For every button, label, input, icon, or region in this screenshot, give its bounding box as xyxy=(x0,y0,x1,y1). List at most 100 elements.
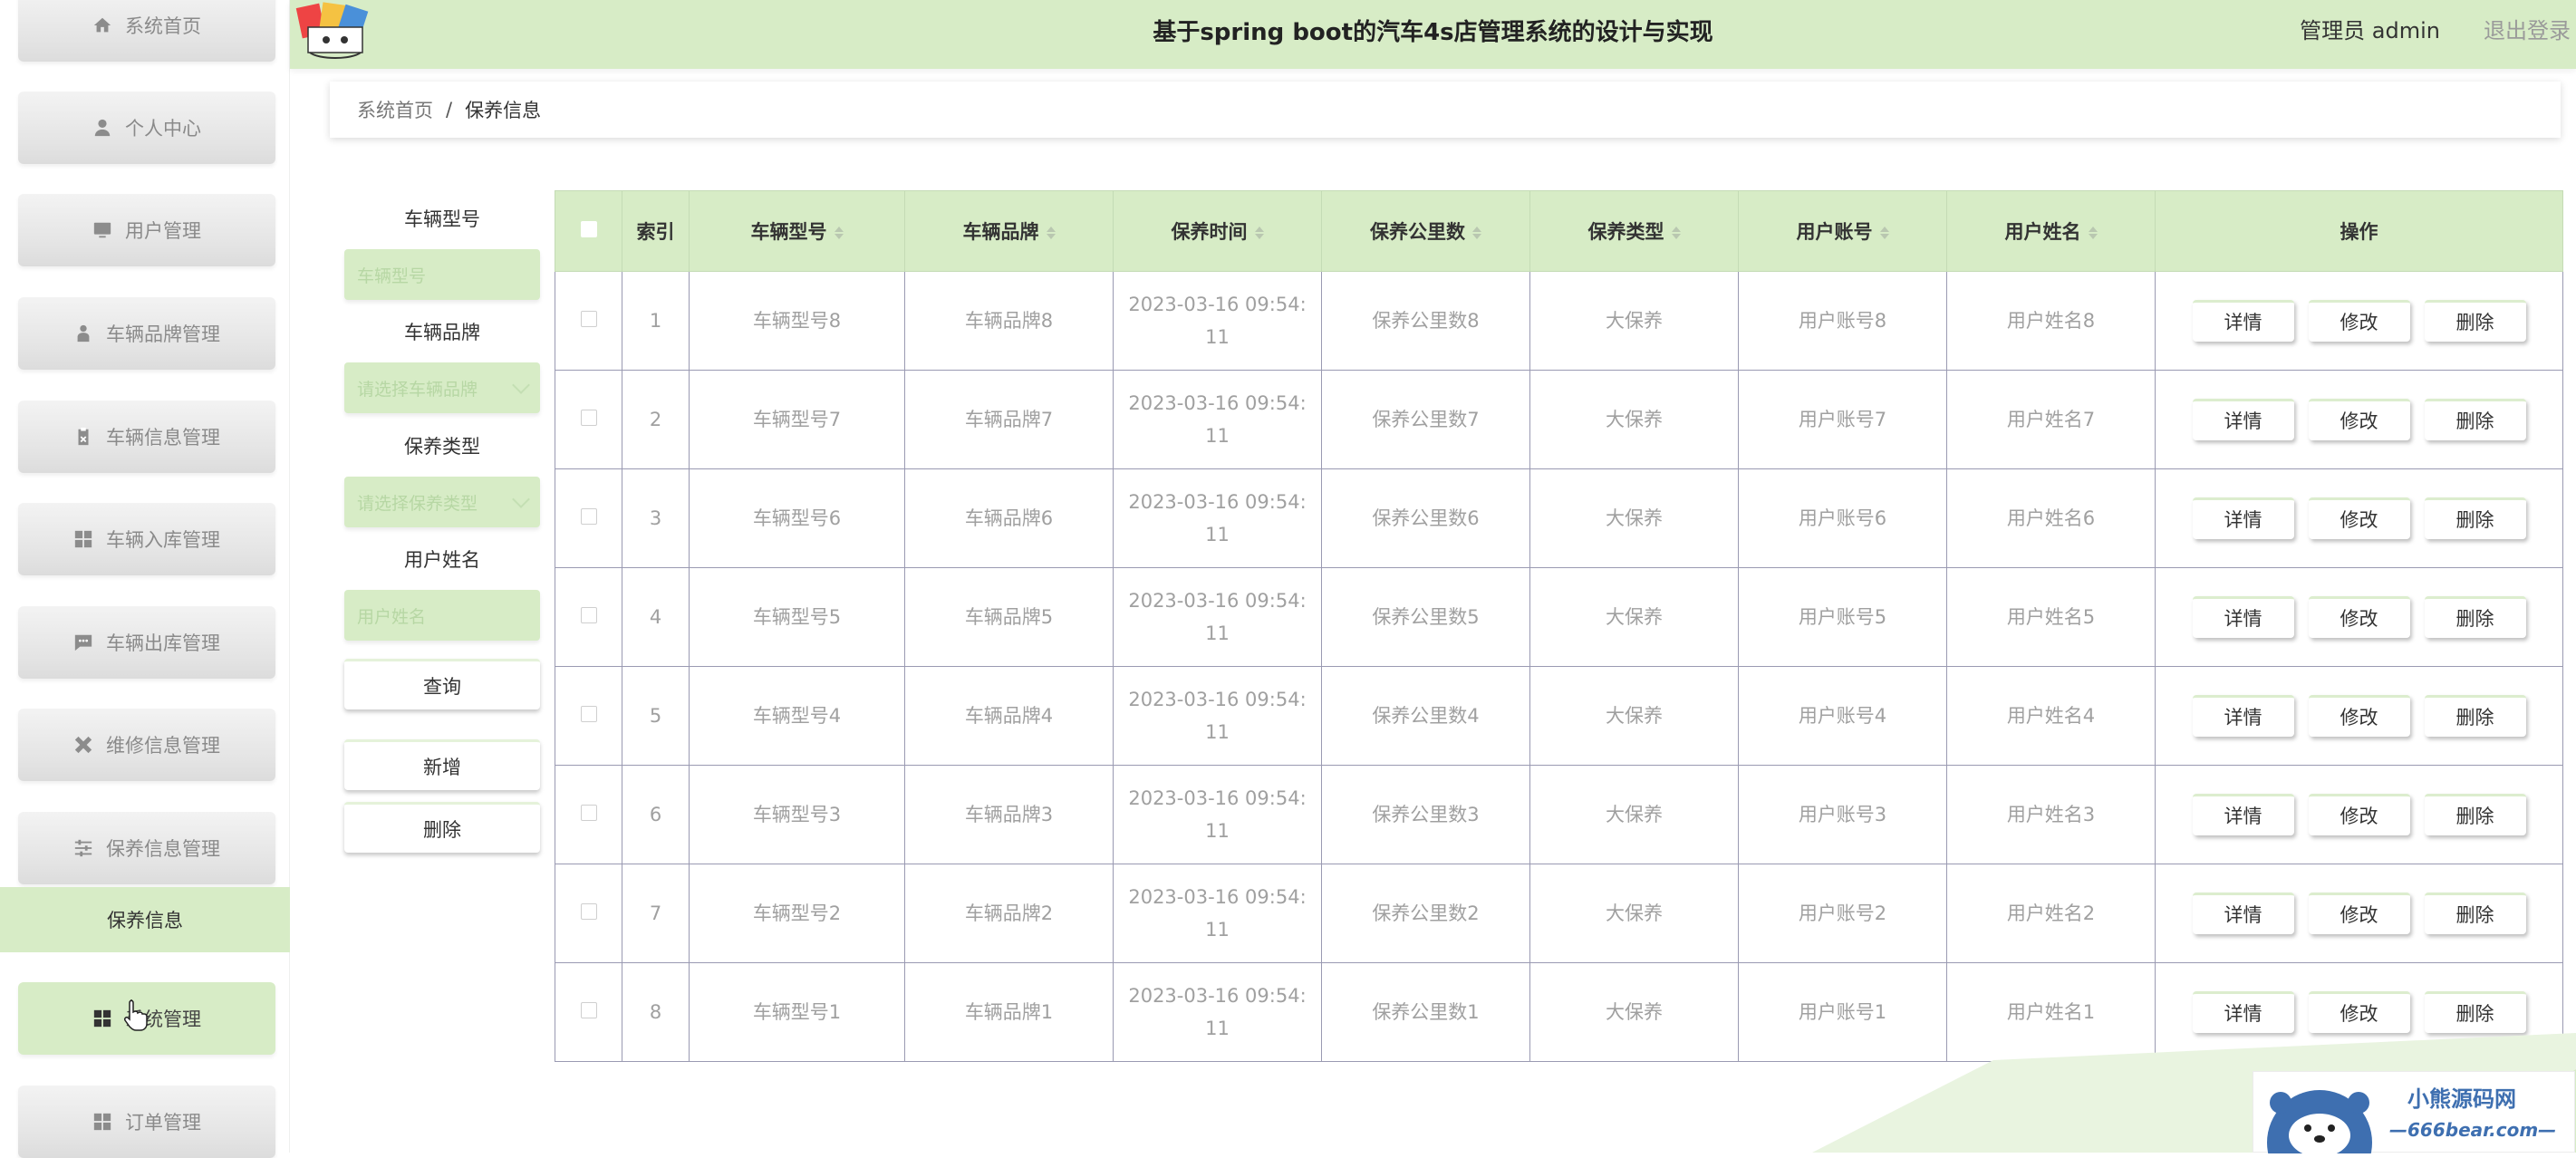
header-account[interactable]: 用户账号 xyxy=(1738,190,1947,272)
delete-button[interactable]: 删除 xyxy=(2424,794,2526,835)
watermark-badge: 小熊源码网 —666bear.com— xyxy=(2253,1071,2575,1153)
batch-delete-button[interactable]: 删除 xyxy=(344,802,540,853)
edit-button[interactable]: 修改 xyxy=(2308,794,2410,835)
sidebar-item-label: 车辆信息管理 xyxy=(106,427,220,449)
header-km[interactable]: 保养公里数 xyxy=(1321,190,1530,272)
header-model[interactable]: 车辆型号 xyxy=(689,190,905,272)
detail-button[interactable]: 详情 xyxy=(2192,497,2294,539)
type-select[interactable]: 请选择保养类型 xyxy=(344,477,540,527)
detail-button[interactable]: 详情 xyxy=(2192,399,2294,440)
sidebar-subitem-label: 保养信息 xyxy=(107,910,183,931)
delete-button[interactable]: 删除 xyxy=(2424,300,2526,342)
edit-button[interactable]: 修改 xyxy=(2308,596,2410,638)
header-type[interactable]: 保养类型 xyxy=(1529,190,1739,272)
brand-select[interactable]: 请选择车辆品牌 xyxy=(344,362,540,413)
cell-time: 2023-03-16 09:54:11 xyxy=(1113,468,1322,568)
brand-placeholder: 请选择车辆品牌 xyxy=(357,379,478,400)
row-checkbox[interactable] xyxy=(580,903,597,920)
header-name[interactable]: 用户姓名 xyxy=(1946,190,2156,272)
cell-km: 保养公里数8 xyxy=(1321,271,1530,371)
logout-link[interactable]: 退出登录 xyxy=(2484,13,2571,44)
edit-button[interactable]: 修改 xyxy=(2308,497,2410,539)
row-select-cell[interactable] xyxy=(555,370,622,469)
cell-type: 大保养 xyxy=(1529,370,1739,469)
sidebar-item-repair[interactable]: 维修信息管理 xyxy=(18,709,275,781)
row-select-cell[interactable] xyxy=(555,271,622,371)
sidebar-item-label: 个人中心 xyxy=(125,118,201,140)
sidebar-item-label: 系统首页 xyxy=(125,15,201,37)
sidebar-item-stock-in[interactable]: 车辆入库管理 xyxy=(18,503,275,575)
model-placeholder: 车辆型号 xyxy=(357,265,427,286)
cell-time: 2023-03-16 09:54:11 xyxy=(1113,567,1322,667)
delete-button[interactable]: 删除 xyxy=(2424,399,2526,440)
row-select-cell[interactable] xyxy=(555,962,622,1062)
cell-actions: 详情 修改 删除 xyxy=(2155,765,2563,864)
query-button[interactable]: 查询 xyxy=(344,659,540,709)
select-all-header[interactable] xyxy=(555,190,622,272)
sidebar-item-orders[interactable]: 订单管理 xyxy=(18,1086,275,1158)
cell-time: 2023-03-16 09:54:11 xyxy=(1113,765,1322,864)
row-checkbox[interactable] xyxy=(580,1002,597,1018)
sidebar-item-label: 订单管理 xyxy=(125,1112,201,1134)
model-input[interactable]: 车辆型号 xyxy=(344,249,540,300)
cell-model: 车辆型号1 xyxy=(689,962,905,1062)
cell-km: 保养公里数4 xyxy=(1321,666,1530,766)
table-row: 6 车辆型号3 车辆品牌3 2023-03-16 09:54:11 保养公里数3 大保养用… xyxy=(555,765,2563,864)
cell-name: 用户姓名5 xyxy=(1946,567,2156,667)
sidebar-item-brand[interactable]: 车辆品牌管理 xyxy=(18,297,275,370)
row-select-cell[interactable] xyxy=(555,765,622,864)
detail-button[interactable]: 详情 xyxy=(2192,596,2294,638)
sort-icon[interactable] xyxy=(1879,227,1889,239)
row-checkbox[interactable] xyxy=(580,508,597,525)
chevron-down-icon xyxy=(512,490,530,508)
sidebar-item-users[interactable]: 用户管理 xyxy=(18,194,275,266)
row-checkbox[interactable] xyxy=(580,410,597,426)
sidebar-item-profile[interactable]: 个人中心 xyxy=(18,92,275,164)
sidebar-item-vehicle[interactable]: 车辆信息管理 xyxy=(18,400,275,473)
select-all-checkbox[interactable] xyxy=(580,221,597,237)
header-time[interactable]: 保养时间 xyxy=(1113,190,1322,272)
user-label: 管理员 admin xyxy=(2300,18,2440,43)
sort-icon[interactable] xyxy=(1472,227,1481,239)
row-select-cell[interactable] xyxy=(555,666,622,766)
detail-button[interactable]: 详情 xyxy=(2192,300,2294,342)
sort-icon[interactable] xyxy=(2088,227,2098,239)
sort-icon[interactable] xyxy=(1671,227,1681,239)
sidebar-item-stock-out[interactable]: 车辆出库管理 xyxy=(18,606,275,679)
edit-button[interactable]: 修改 xyxy=(2308,300,2410,342)
detail-button[interactable]: 详情 xyxy=(2192,695,2294,737)
edit-button[interactable]: 修改 xyxy=(2308,695,2410,737)
add-button[interactable]: 新增 xyxy=(344,739,540,790)
header-brand[interactable]: 车辆品牌 xyxy=(904,190,1114,272)
delete-button[interactable]: 删除 xyxy=(2424,695,2526,737)
delete-button[interactable]: 删除 xyxy=(2424,596,2526,638)
detail-button[interactable]: 详情 xyxy=(2192,794,2294,835)
detail-button[interactable]: 详情 xyxy=(2192,893,2294,934)
row-select-cell[interactable] xyxy=(555,567,622,667)
row-select-cell[interactable] xyxy=(555,468,622,568)
header-label: 车辆品牌 xyxy=(962,221,1039,243)
cell-type: 大保养 xyxy=(1529,567,1739,667)
sidebar-subitem-maintenance-info[interactable]: 保养信息 xyxy=(0,887,290,952)
row-checkbox[interactable] xyxy=(580,805,597,821)
cell-name: 用户姓名7 xyxy=(1946,370,2156,469)
sliders-icon xyxy=(73,838,93,858)
breadcrumb-home[interactable]: 系统首页 xyxy=(357,96,433,123)
edit-button[interactable]: 修改 xyxy=(2308,893,2410,934)
cell-type: 大保养 xyxy=(1529,864,1739,963)
row-select-cell[interactable] xyxy=(555,864,622,963)
sort-icon[interactable] xyxy=(1046,227,1056,239)
sort-icon[interactable] xyxy=(1254,227,1264,239)
sort-icon[interactable] xyxy=(834,227,844,239)
row-checkbox[interactable] xyxy=(580,607,597,623)
row-checkbox[interactable] xyxy=(580,706,597,722)
sidebar-item-home[interactable]: 系统首页 xyxy=(18,0,275,62)
edit-button[interactable]: 修改 xyxy=(2308,399,2410,440)
delete-button[interactable]: 删除 xyxy=(2424,497,2526,539)
delete-button[interactable]: 删除 xyxy=(2424,893,2526,934)
cell-brand: 车辆品牌1 xyxy=(904,962,1114,1062)
cell-index: 5 xyxy=(622,666,690,766)
sidebar-item-maintenance[interactable]: 保养信息管理 xyxy=(18,812,275,884)
row-checkbox[interactable] xyxy=(580,311,597,327)
name-input[interactable]: 用户姓名 xyxy=(344,590,540,641)
